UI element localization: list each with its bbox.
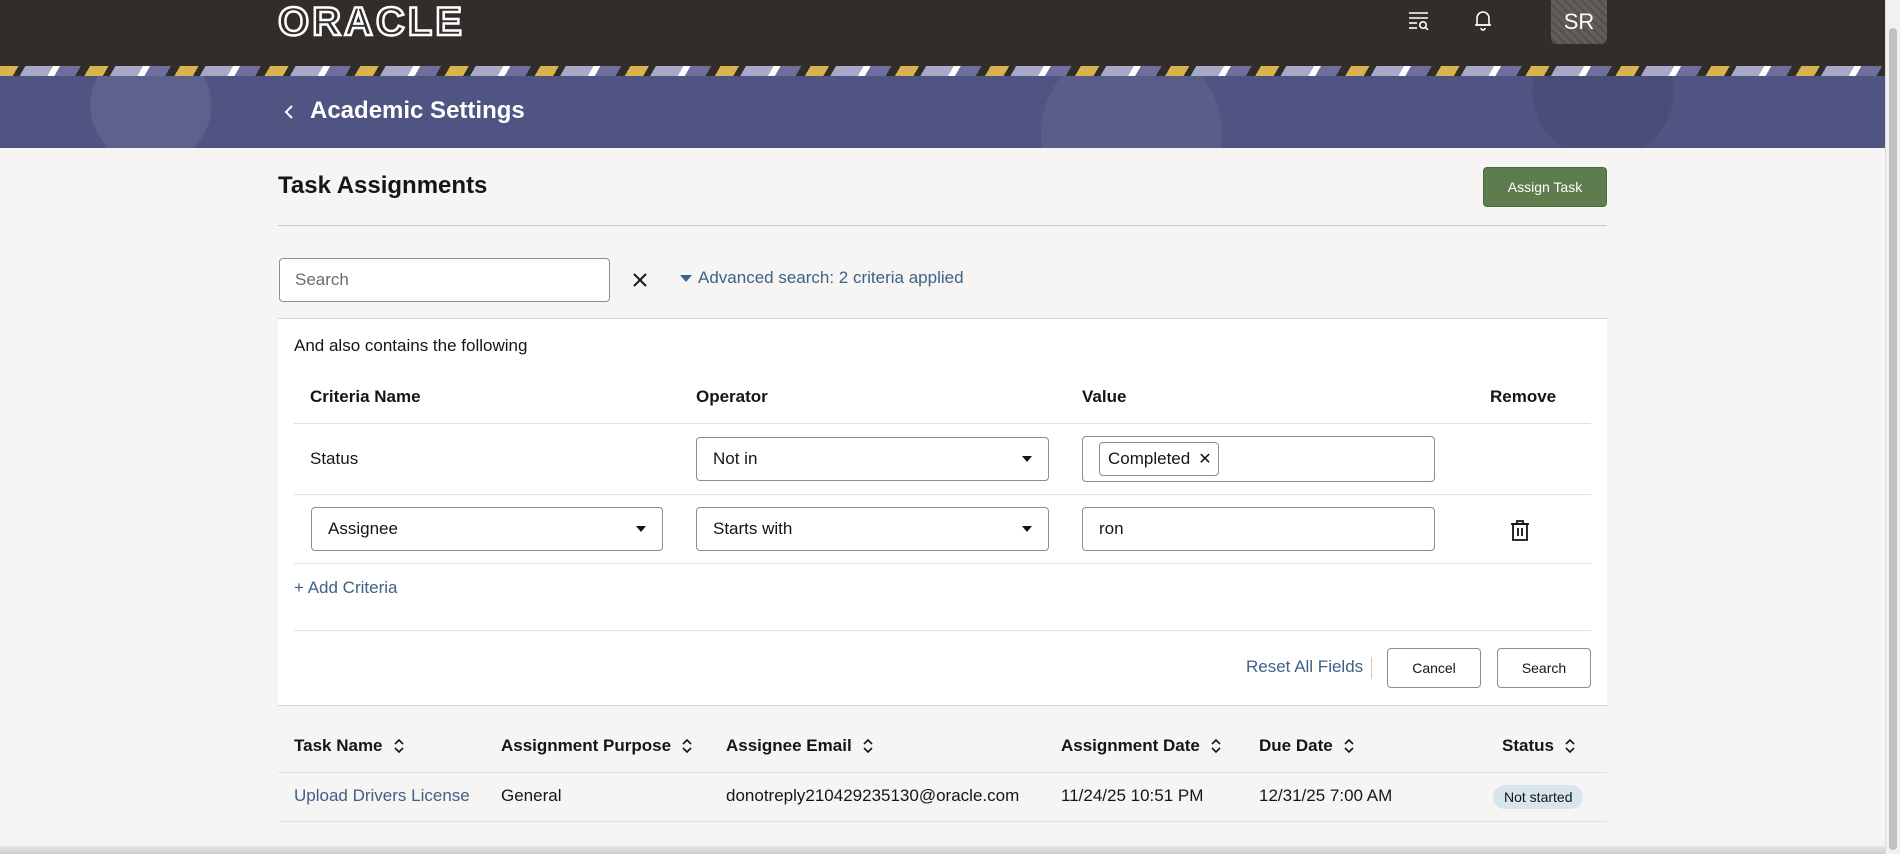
decorative-stripe	[0, 66, 1886, 76]
task-name-link[interactable]: Upload Drivers License	[294, 786, 470, 806]
search-placeholder: Search	[295, 270, 349, 289]
th-label: Assignment Purpose	[501, 736, 672, 755]
sort-icon	[393, 738, 404, 754]
page-bottom-edge	[0, 846, 1886, 854]
th-label: Assignee Email	[726, 736, 852, 755]
sort-icon	[1565, 738, 1575, 754]
col-header-operator: Operator	[696, 387, 768, 406]
col-header-criteria: Criteria Name	[310, 387, 421, 406]
value-chip-field[interactable]: Completed ✕	[1082, 436, 1435, 482]
th-due-date[interactable]: Due Date	[1259, 736, 1355, 756]
sort-icon	[863, 738, 873, 754]
avatar[interactable]: SR	[1551, 0, 1607, 44]
sort-icon	[1211, 738, 1221, 754]
table-header-divider	[278, 772, 1607, 773]
status-badge: Not started	[1493, 785, 1584, 809]
row-divider	[294, 423, 1591, 424]
clear-search-icon[interactable]	[628, 268, 652, 292]
advanced-intro-text: And also contains the following	[294, 336, 528, 355]
row-divider	[294, 630, 1591, 631]
value-input[interactable]: ron	[1082, 507, 1435, 551]
advanced-search-label: Advanced search: 2 criteria applied	[698, 268, 964, 287]
operator-select[interactable]: Starts with	[696, 507, 1049, 551]
cell-purpose: General	[501, 786, 562, 805]
search-list-icon[interactable]	[1403, 4, 1435, 36]
criteria-name-select[interactable]: Assignee	[311, 507, 663, 551]
separator	[1371, 657, 1372, 679]
row-divider	[294, 494, 1591, 495]
operator-select[interactable]: Not in	[696, 437, 1049, 481]
banner-title: Academic Settings	[310, 97, 525, 124]
operator-value: Not in	[713, 449, 758, 468]
chip-remove-icon[interactable]: ✕	[1198, 449, 1211, 469]
criteria-status-label: Status	[310, 449, 359, 468]
row-divider	[294, 563, 1591, 564]
th-label: Due Date	[1259, 736, 1333, 755]
scrollbar-thumb[interactable]	[1889, 28, 1897, 850]
caret-down-icon	[680, 274, 692, 282]
col-header-value: Value	[1082, 387, 1127, 406]
vertical-scrollbar[interactable]	[1885, 0, 1900, 854]
sort-icon	[682, 738, 692, 754]
sort-icon	[1344, 738, 1354, 754]
divider	[278, 225, 1607, 226]
criteria-value: Assignee	[328, 519, 398, 538]
assign-task-button[interactable]: Assign Task	[1483, 167, 1607, 207]
th-task-name[interactable]: Task Name	[294, 736, 405, 756]
cell-due-date: 12/31/25 7:00 AM	[1259, 786, 1393, 805]
th-status[interactable]: Status	[1502, 736, 1576, 756]
chip-label: Completed	[1108, 449, 1191, 468]
operator-value: Starts with	[713, 519, 793, 538]
trash-icon[interactable]	[1508, 518, 1532, 542]
value-input-text: ron	[1099, 519, 1124, 538]
caret-down-icon	[636, 526, 646, 532]
search-button[interactable]: Search	[1497, 648, 1591, 688]
cell-assignment-date: 11/24/25 10:51 PM	[1061, 786, 1204, 805]
oracle-logo[interactable]: ORACLE	[277, 1, 465, 44]
th-assignee-email[interactable]: Assignee Email	[726, 736, 874, 756]
th-label: Assignment Date	[1061, 736, 1200, 755]
caret-down-icon	[1022, 456, 1032, 462]
col-header-remove: Remove	[1490, 387, 1557, 406]
reset-all-fields-link[interactable]: Reset All Fields	[1246, 657, 1363, 677]
th-assignment-date[interactable]: Assignment Date	[1061, 736, 1222, 756]
top-header: ORACLE SR	[0, 0, 1886, 66]
advanced-search-toggle[interactable]: Advanced search: 2 criteria applied	[680, 268, 964, 288]
cancel-button[interactable]: Cancel	[1387, 648, 1481, 688]
page-title: Task Assignments	[278, 172, 488, 199]
add-criteria-link[interactable]: + Add Criteria	[294, 578, 397, 598]
value-chip: Completed ✕	[1099, 442, 1219, 476]
cell-email: donotreply210429235130@oracle.com	[726, 786, 1020, 805]
search-input[interactable]: Search	[279, 258, 610, 302]
th-label: Task Name	[294, 736, 383, 755]
caret-down-icon	[1022, 526, 1032, 532]
th-assignment-purpose[interactable]: Assignment Purpose	[501, 736, 693, 756]
th-label: Status	[1502, 736, 1554, 755]
bell-icon[interactable]	[1467, 4, 1499, 36]
back-chevron-icon[interactable]	[282, 100, 296, 124]
table-row-divider	[278, 821, 1607, 822]
